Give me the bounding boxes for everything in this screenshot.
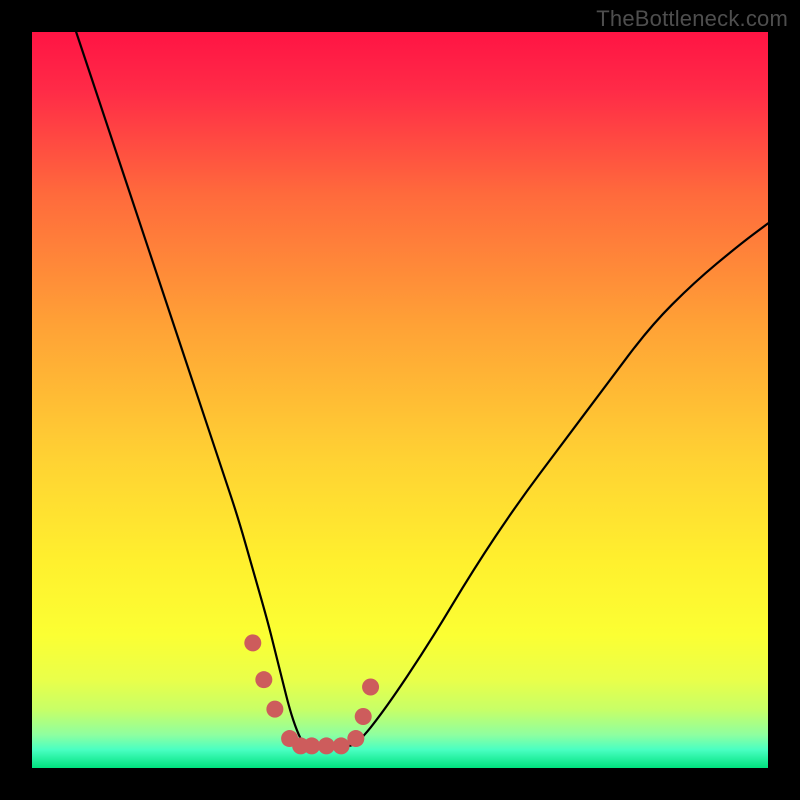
- highlight-dot: [244, 634, 261, 651]
- outer-frame: TheBottleneck.com: [0, 0, 800, 800]
- watermark-text: TheBottleneck.com: [596, 6, 788, 32]
- highlight-dot: [303, 737, 320, 754]
- highlight-dot: [255, 671, 272, 688]
- highlight-dot: [355, 708, 372, 725]
- plot-area: [32, 32, 768, 768]
- gradient-background: [32, 32, 768, 768]
- highlight-dot: [266, 701, 283, 718]
- chart-svg: [32, 32, 768, 768]
- highlight-dot: [333, 737, 350, 754]
- highlight-dot: [318, 737, 335, 754]
- highlight-dot: [347, 730, 364, 747]
- highlight-dot: [362, 679, 379, 696]
